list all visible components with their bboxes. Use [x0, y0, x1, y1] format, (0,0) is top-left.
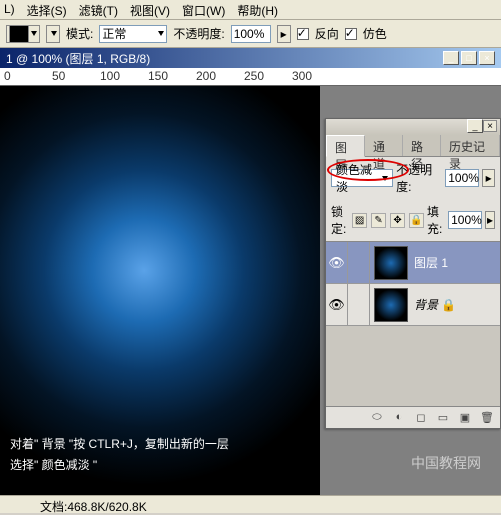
panel-opacity-input[interactable]: 100%	[445, 169, 479, 187]
mode-label: 模式:	[66, 25, 93, 42]
tab-history[interactable]: 历史记录	[441, 135, 500, 156]
panel-tabs: 图层 通道 路径 历史记录	[326, 135, 500, 157]
layer-row[interactable]: 👁 背景 🔒	[326, 284, 500, 326]
menu-item[interactable]: 视图(V)	[130, 2, 170, 17]
reverse-label: 反向	[315, 25, 339, 42]
link-icon[interactable]: ⬭	[370, 411, 384, 425]
blend-mode-select[interactable]: 颜色减淡	[331, 169, 393, 187]
folder-icon[interactable]: ▭	[436, 411, 450, 425]
minimize-button[interactable]: _	[443, 51, 459, 65]
fill-input[interactable]: 100%	[448, 211, 482, 229]
panel-titlebar: _ ×	[326, 119, 500, 135]
close-button[interactable]: ×	[479, 51, 495, 65]
visibility-toggle[interactable]: 👁	[326, 242, 348, 284]
visibility-toggle[interactable]: 👁	[326, 284, 348, 326]
mode-select[interactable]: 正常	[99, 25, 167, 43]
tab-paths[interactable]: 路径	[403, 135, 441, 156]
opacity-stepper[interactable]: ▸	[277, 25, 291, 43]
document-title: 1 @ 100% (图层 1, RGB/8)	[6, 50, 150, 67]
watermark: 中国教程网	[411, 453, 481, 473]
tab-channels[interactable]: 通道	[365, 135, 403, 156]
link-column[interactable]	[348, 242, 370, 284]
trash-icon[interactable]: 🗑	[480, 411, 494, 425]
options-bar: 模式: 正常 不透明度: 100% ▸ 反向 仿色	[0, 20, 501, 48]
dither-checkbox[interactable]	[345, 28, 357, 40]
instruction-text: 对着" 背景 "按 CTLR+J，复制出新的一层 选择" 颜色减淡 "	[0, 430, 239, 479]
dither-label: 仿色	[363, 25, 387, 42]
link-column[interactable]	[348, 284, 370, 326]
menu-bar: L) 选择(S) 滤镜(T) 视图(V) 窗口(W) 帮助(H)	[0, 0, 501, 20]
gradient-preview[interactable]	[6, 25, 40, 43]
menu-item[interactable]: 帮助(H)	[237, 2, 278, 17]
lock-transparency-icon[interactable]: ▨	[352, 213, 367, 228]
gradient-type-selector[interactable]	[46, 25, 60, 43]
fx-icon[interactable]: ◐	[392, 411, 406, 425]
horizontal-ruler: 0 50 100 150 200 250 300	[0, 68, 501, 86]
empty-area	[326, 326, 500, 406]
lock-label: 锁定:	[331, 203, 349, 237]
panel-opacity-label: 不透明度:	[396, 161, 442, 195]
opacity-label: 不透明度:	[173, 25, 224, 42]
layer-list: 👁 图层 1 👁 背景 🔒	[326, 241, 500, 406]
mask-icon[interactable]: ◻	[414, 411, 428, 425]
menu-item[interactable]: 选择(S)	[27, 2, 67, 17]
status-bar: 文档:468.8K/620.8K	[0, 495, 501, 513]
fill-stepper[interactable]: ▸	[485, 211, 495, 229]
opacity-input[interactable]: 100%	[231, 25, 271, 43]
menu-item[interactable]: 滤镜(T)	[79, 2, 118, 17]
panel-opacity-stepper[interactable]: ▸	[482, 169, 495, 187]
menu-item[interactable]: 窗口(W)	[182, 2, 225, 17]
layers-panel: _ × 图层 通道 路径 历史记录 颜色减淡 不透明度: 100% ▸ 锁定: …	[325, 118, 501, 429]
fill-label: 填充:	[427, 203, 445, 237]
panel-close-icon[interactable]: ×	[483, 120, 497, 132]
minimize-icon[interactable]: _	[467, 119, 483, 133]
tab-layers[interactable]: 图层	[326, 135, 365, 157]
reverse-checkbox[interactable]	[297, 28, 309, 40]
layer-name[interactable]: 背景 🔒	[412, 296, 500, 313]
new-layer-icon[interactable]: ▣	[458, 411, 472, 425]
layer-thumbnail[interactable]	[374, 246, 408, 280]
layer-thumbnail[interactable]	[374, 288, 408, 322]
menu-item[interactable]: L)	[4, 2, 15, 17]
lock-all-icon[interactable]: 🔒	[409, 213, 424, 228]
layer-name[interactable]: 图层 1	[412, 254, 500, 271]
layer-row[interactable]: 👁 图层 1	[326, 242, 500, 284]
lock-pixels-icon[interactable]: ✎	[371, 213, 386, 228]
document-titlebar: 1 @ 100% (图层 1, RGB/8) _ □ ×	[0, 48, 501, 68]
maximize-button[interactable]: □	[461, 51, 477, 65]
lock-position-icon[interactable]: ✥	[390, 213, 405, 228]
lock-icon: 🔒	[441, 298, 456, 312]
panel-footer: ⬭ ◐ ◻ ▭ ▣ 🗑	[326, 406, 500, 428]
